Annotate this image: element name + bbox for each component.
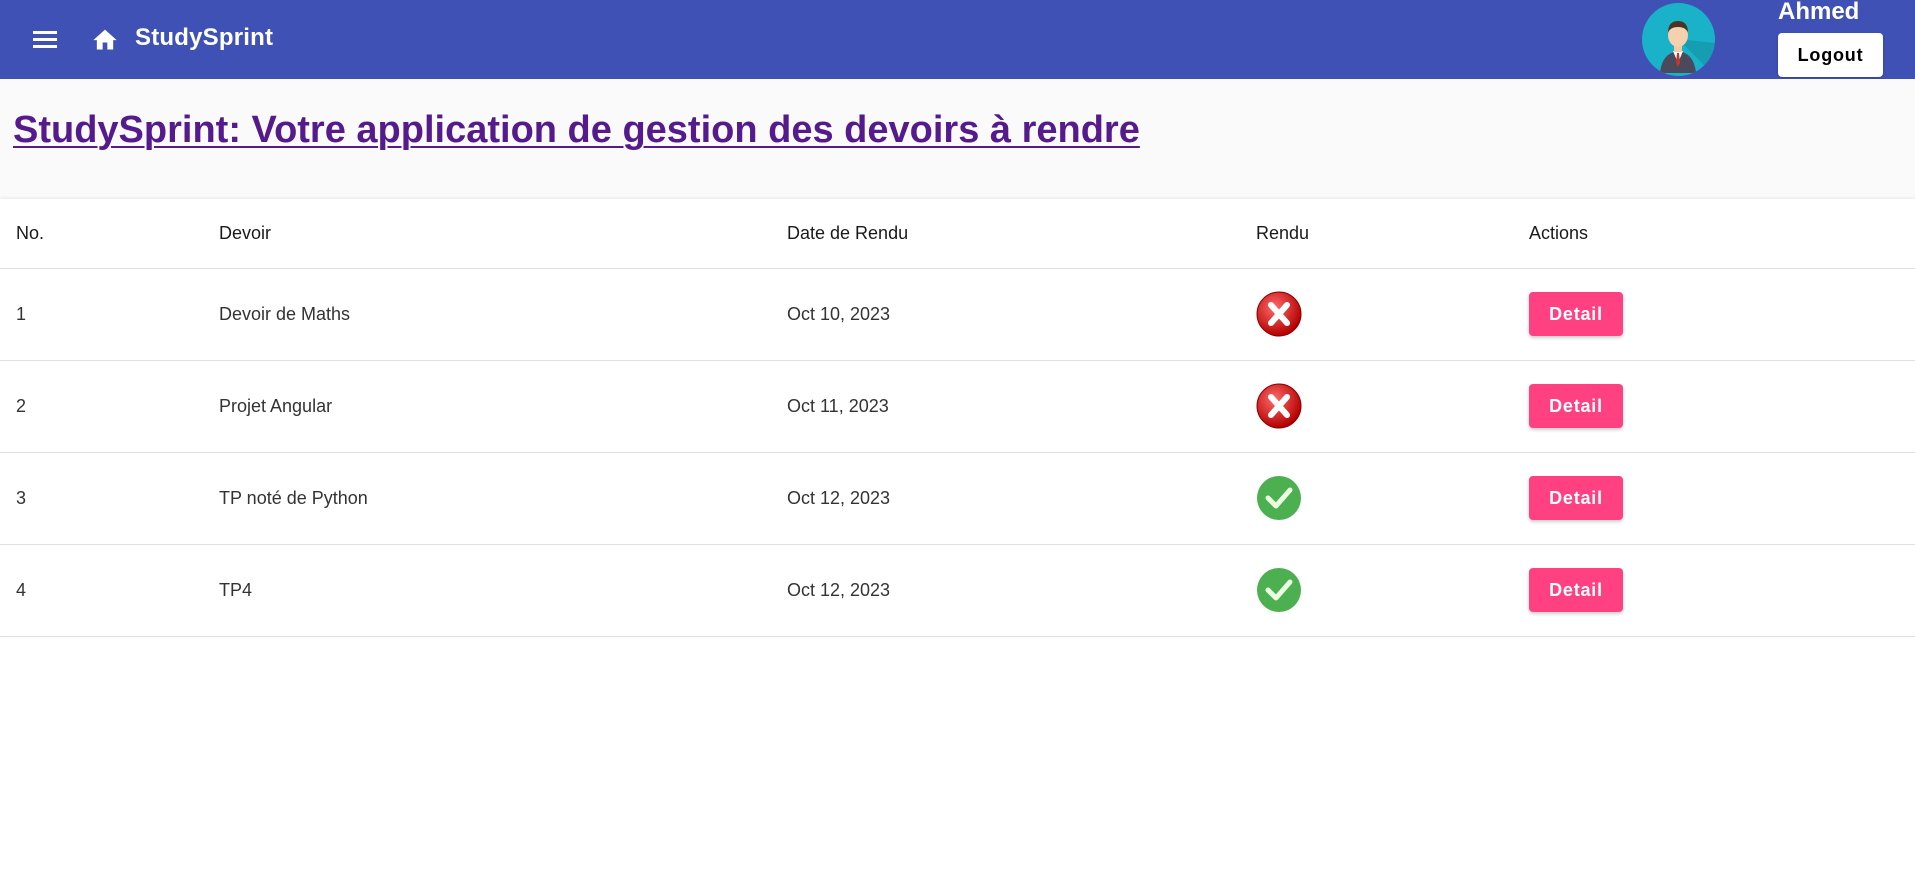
cell-no: 4 [0, 544, 203, 637]
cell-actions: Detail [1513, 544, 1915, 637]
column-header-rendu: Rendu [1240, 199, 1513, 269]
title-band: StudySprint: Votre application de gestio… [0, 79, 1915, 199]
detail-button[interactable]: Detail [1529, 292, 1623, 336]
page-title[interactable]: StudySprint: Votre application de gestio… [13, 109, 1140, 152]
cell-rendu [1240, 452, 1513, 545]
cell-devoir: Projet Angular [203, 360, 771, 453]
x-circle-icon [1256, 383, 1302, 429]
cell-rendu [1240, 268, 1513, 361]
cell-rendu [1240, 544, 1513, 637]
table-row: 3 TP noté de Python Oct 12, 2023 Detail [0, 452, 1915, 545]
cell-devoir: Devoir de Maths [203, 268, 771, 361]
detail-button[interactable]: Detail [1529, 476, 1623, 520]
home-button[interactable] [86, 20, 124, 58]
home-icon [93, 29, 117, 50]
assignments-table-container: No. Devoir Date de Rendu Rendu Actions 1… [0, 199, 1915, 637]
check-circle-icon [1256, 567, 1302, 613]
avatar[interactable] [1642, 3, 1715, 76]
column-header-devoir: Devoir [203, 199, 771, 269]
cell-date: Oct 12, 2023 [771, 452, 1240, 545]
top-toolbar: StudySprint Ahmed Logout [0, 0, 1915, 79]
check-circle-icon [1256, 475, 1302, 521]
cell-no: 1 [0, 268, 203, 361]
menu-button[interactable] [24, 20, 66, 58]
cell-date: Oct 12, 2023 [771, 544, 1240, 637]
menu-icon [33, 31, 57, 48]
cell-date: Oct 10, 2023 [771, 268, 1240, 361]
cell-date: Oct 11, 2023 [771, 360, 1240, 453]
cell-actions: Detail [1513, 268, 1915, 361]
column-header-no: No. [0, 199, 203, 269]
cell-no: 2 [0, 360, 203, 453]
cell-devoir: TP4 [203, 544, 771, 637]
table-row: 1 Devoir de Maths Oct 10, 2023 Detail [0, 268, 1915, 361]
cell-actions: Detail [1513, 360, 1915, 453]
user-avatar-icon [1660, 21, 1715, 76]
table-header-row: No. Devoir Date de Rendu Rendu Actions [0, 199, 1915, 269]
column-header-actions: Actions [1513, 199, 1915, 269]
table-row: 2 Projet Angular Oct 11, 2023 Detail [0, 360, 1915, 453]
cell-rendu [1240, 360, 1513, 453]
column-header-date: Date de Rendu [771, 199, 1240, 269]
cell-actions: Detail [1513, 452, 1915, 545]
detail-button[interactable]: Detail [1529, 384, 1623, 428]
cell-devoir: TP noté de Python [203, 452, 771, 545]
user-name: Ahmed [1778, 0, 1860, 25]
detail-button[interactable]: Detail [1529, 568, 1623, 612]
x-circle-icon [1256, 291, 1302, 337]
app-title: StudySprint [135, 24, 274, 51]
cell-no: 3 [0, 452, 203, 545]
logout-button[interactable]: Logout [1778, 33, 1883, 77]
assignments-table: No. Devoir Date de Rendu Rendu Actions 1… [0, 199, 1915, 637]
table-row: 4 TP4 Oct 12, 2023 Detail [0, 544, 1915, 637]
